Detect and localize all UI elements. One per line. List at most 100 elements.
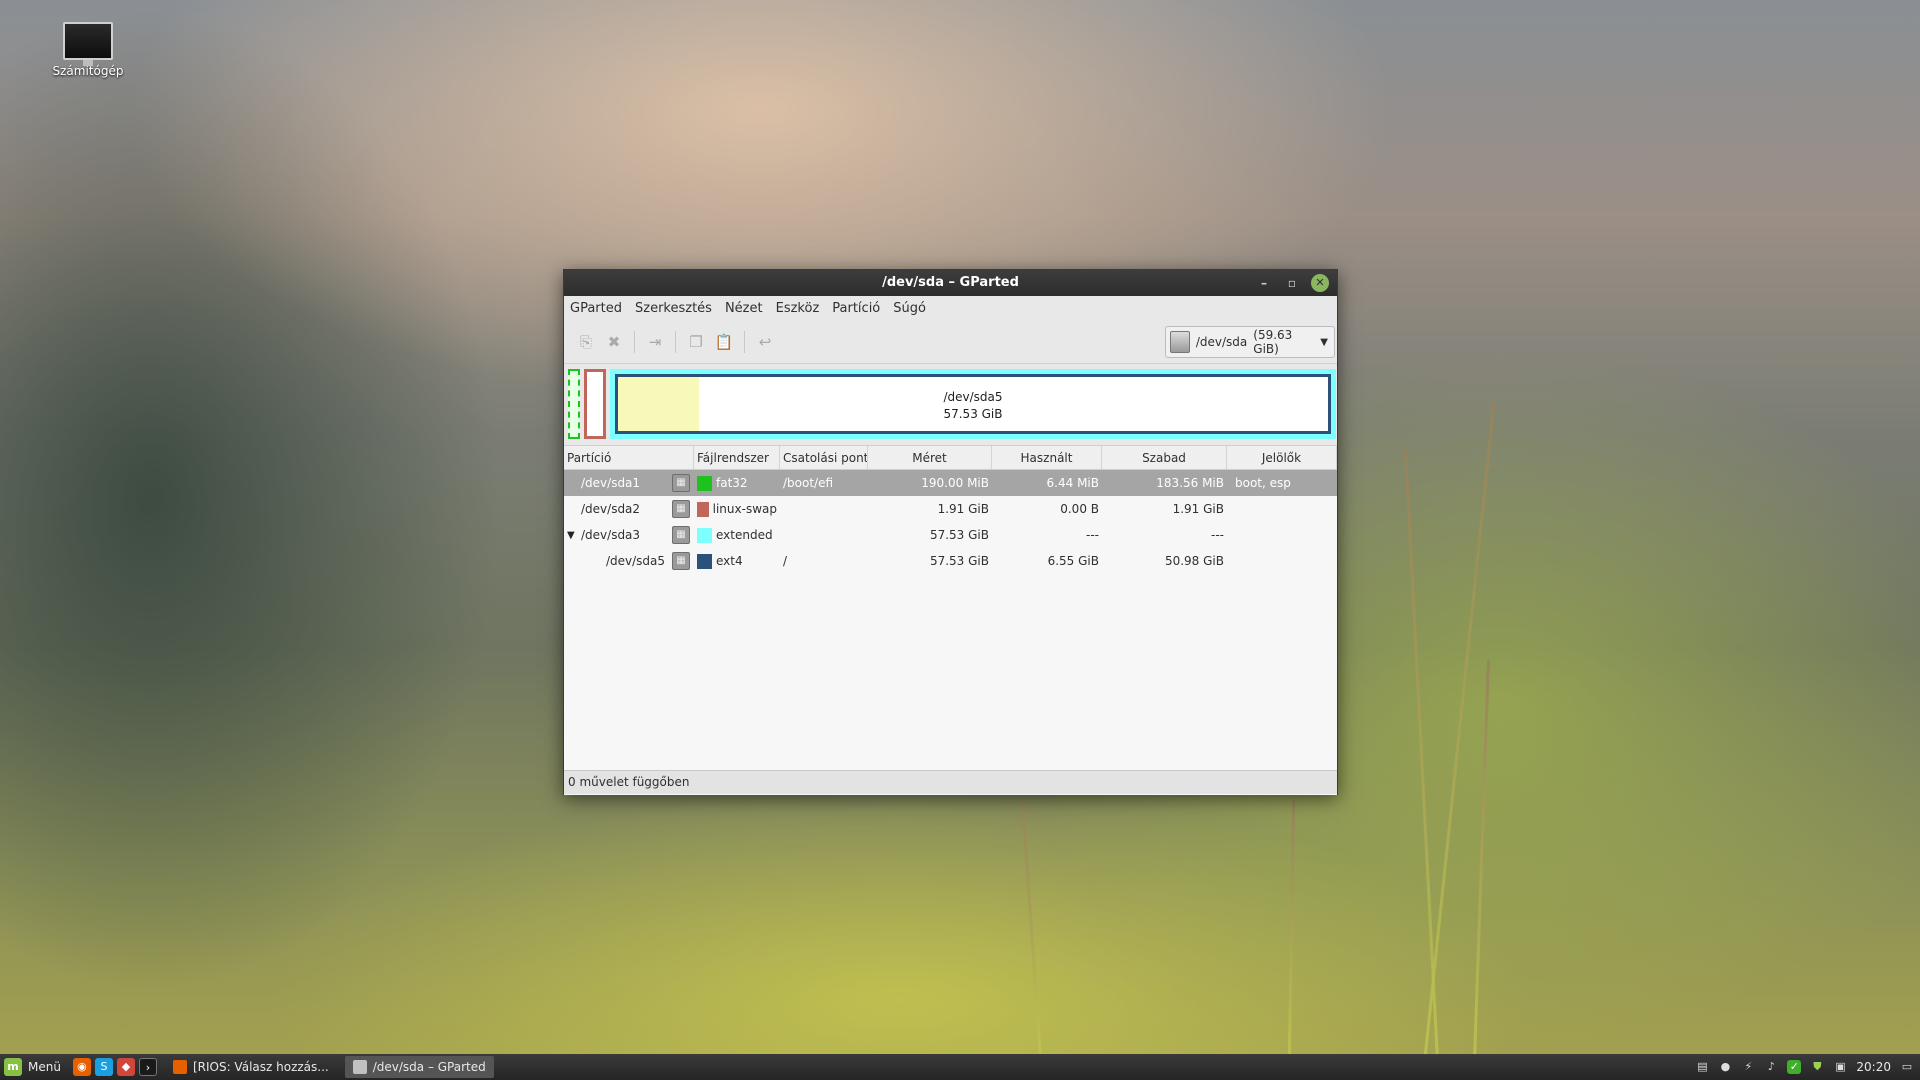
paste-icon[interactable]: 📋 [710,328,738,356]
filesystem-color-swatch [697,475,712,491]
device-selector[interactable]: /dev/sda (59.63 GiB) ▼ [1165,326,1335,358]
menu-gparted[interactable]: GParted [570,301,622,316]
filesystem-name: fat32 [716,476,748,490]
filesystem-name: ext4 [716,554,743,568]
filesystem-color-swatch [697,553,712,569]
resize-move-icon[interactable]: ⇥ [641,328,669,356]
col-mountpoint[interactable]: Csatolási pont [780,446,868,469]
partition-map: /dev/sda5 57.53 GiB [564,364,1337,446]
clipboard-icon[interactable]: ▤ [1695,1060,1709,1074]
toolbar-separator [675,330,676,353]
window-titlebar[interactable]: /dev/sda – GParted – ▫ ✕ [564,270,1337,296]
app-launcher-icon[interactable]: ◆ [116,1058,135,1076]
mint-logo-icon: m [4,1058,22,1076]
lock-cell: ▦ [668,552,694,570]
menu-view[interactable]: Nézet [725,301,763,316]
minimize-button[interactable]: – [1255,274,1273,292]
shield-icon[interactable]: ⛊ [1810,1060,1824,1074]
window-title: /dev/sda – GParted [882,275,1019,290]
start-menu-button[interactable]: m Menü [0,1054,69,1080]
gparted-window: /dev/sda – GParted – ▫ ✕ GParted Szerkes… [563,269,1338,795]
filesystem-color-swatch [697,501,709,517]
menu-partition[interactable]: Partíció [832,301,880,316]
skype-icon[interactable]: S [94,1058,113,1076]
task-gparted[interactable]: /dev/sda – GParted [344,1056,494,1078]
col-partition[interactable]: Partíció [564,446,694,469]
expander-icon[interactable]: ▼ [567,530,581,541]
used-cell: 6.44 MiB [1046,476,1099,490]
size-cell: 190.00 MiB [921,476,989,490]
col-flags[interactable]: Jelölők [1227,446,1337,469]
lock-icon: ▦ [672,552,690,570]
used-cell: --- [1086,528,1099,542]
delete-icon[interactable]: ✖ [600,328,628,356]
table-row[interactable]: ▼ /dev/sda3 ▦ extended 57.53 GiB --- --- [564,522,1337,548]
col-size[interactable]: Méret [868,446,992,469]
start-menu-label: Menü [28,1060,61,1074]
free-cell: 50.98 GiB [1164,554,1224,568]
table-row[interactable]: /dev/sda2 ▦ linux-swap 1.91 GiB 0.00 B 1… [564,496,1337,522]
free-cell: 183.56 MiB [1156,476,1224,490]
partition-map-sda1[interactable] [568,369,580,439]
menu-edit[interactable]: Szerkesztés [635,301,712,316]
lock-cell: ▦ [668,526,694,544]
background-grass [1473,660,1490,1060]
close-button[interactable]: ✕ [1311,274,1329,292]
lock-icon: ▦ [672,500,690,518]
filesystem-name: extended [716,528,773,542]
filesystem-cell: extended [694,527,780,543]
terminal-icon[interactable]: › [138,1058,157,1076]
menu-device[interactable]: Eszköz [776,301,820,316]
undo-icon[interactable]: ↩ [751,328,779,356]
used-cell: 6.55 GiB [1047,554,1099,568]
update-manager-icon[interactable]: ✓ [1787,1060,1802,1074]
lock-icon: ▦ [672,474,690,492]
firefox-icon [172,1060,187,1074]
filesystem-cell: linux-swap [694,501,780,517]
show-desktop-icon[interactable]: ▭ [1900,1060,1914,1074]
statusbar: 0 művelet függőben [564,770,1337,794]
maximize-button[interactable]: ▫ [1283,274,1301,292]
display-icon[interactable]: ▣ [1833,1060,1847,1074]
menu-help[interactable]: Súgó [893,301,926,316]
firefox-icon[interactable]: ◉ [72,1058,91,1076]
col-free[interactable]: Szabad [1102,446,1227,469]
volume-icon[interactable]: ♪ [1764,1060,1778,1074]
lock-cell: ▦ [668,474,694,492]
size-cell: 57.53 GiB [929,528,989,542]
copy-icon[interactable]: ❐ [682,328,710,356]
filesystem-color-swatch [697,527,712,543]
task-browser[interactable]: [RIOS: Válasz hozzás... [165,1056,337,1078]
partition-name: /dev/sda2 [581,502,641,516]
filesystem-name: linux-swap [712,502,777,516]
col-filesystem[interactable]: Fájlrendszer [694,446,780,469]
partition-table-header: Partíció Fájlrendszer Csatolási pont Mér… [564,446,1337,470]
table-row[interactable]: /dev/sda5 ▦ ext4 / 57.53 GiB 6.55 GiB 50… [564,548,1337,574]
col-used[interactable]: Használt [992,446,1102,469]
partition-cell: /dev/sda1 [564,476,668,490]
clock[interactable]: 20:20 [1856,1060,1891,1074]
device-size: (59.63 GiB) [1253,328,1293,356]
partition-map-sda5[interactable]: /dev/sda5 57.53 GiB [615,374,1331,434]
filesystem-cell: ext4 [694,553,780,569]
background-grass [1020,800,1043,1060]
flags-cell: boot, esp [1235,476,1291,490]
task-label: [RIOS: Válasz hozzás... [192,1060,329,1074]
background-grass [1404,450,1439,1060]
table-row[interactable]: /dev/sda1 ▦ fat32 /boot/efi 190.00 MiB 6… [564,470,1337,496]
gparted-icon [352,1060,367,1074]
monitor-icon [63,22,113,66]
harddisk-icon [1170,331,1190,353]
partition-cell: ▼ /dev/sda3 [564,528,668,542]
partition-cell: /dev/sda5 [564,554,668,568]
network-icon[interactable]: ⚡ [1741,1060,1755,1074]
mountpoint-cell: / [783,554,788,568]
user-icon[interactable]: ● [1718,1060,1732,1074]
taskbar: m Menü ◉ S ◆ › [RIOS: Válasz hozzás... /… [0,1054,1920,1080]
new-partition-icon[interactable]: ⎘ [572,328,600,356]
system-tray: ▤ ● ⚡ ♪ ✓ ⛊ ▣ 20:20 ▭ [1695,1060,1920,1074]
partition-map-sda2[interactable] [584,369,606,439]
partition-map-sda3-extended[interactable]: /dev/sda5 57.53 GiB [610,369,1336,439]
desktop-computer-icon[interactable]: Számítógép [48,22,128,78]
free-cell: 1.91 GiB [1172,502,1224,516]
